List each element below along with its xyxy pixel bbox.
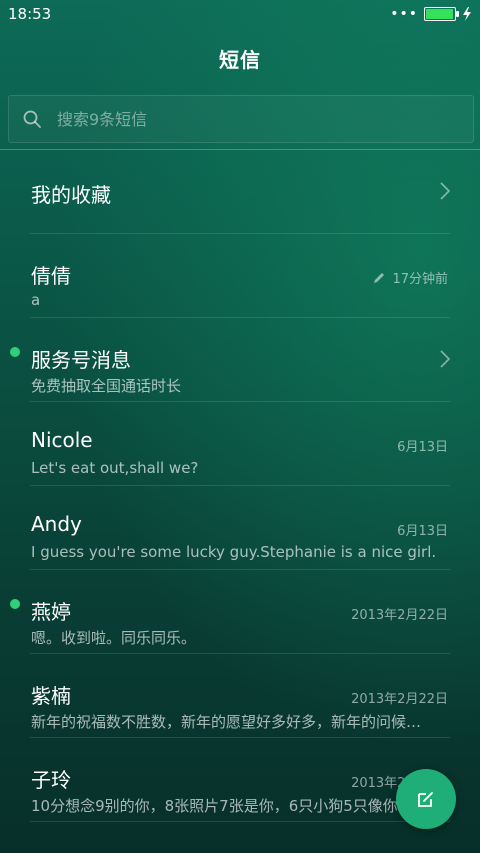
list-item[interactable]: Nicole Let's eat out,shall we? 6月13日 — [0, 402, 480, 486]
conversation-title: 倩倩 — [31, 264, 71, 288]
conversation-date: 6月13日 — [397, 440, 448, 455]
more-dots-icon: ••• — [390, 6, 418, 22]
page-title: 短信 — [219, 48, 261, 72]
unread-dot — [10, 599, 20, 609]
conversation-date: 6月13日 — [397, 524, 448, 539]
conversation-date: 2013年2月22日 — [351, 692, 448, 707]
unread-dot — [10, 347, 20, 357]
conversation-title: Andy — [31, 512, 82, 536]
divider — [30, 821, 450, 822]
status-time: 18:53 — [8, 5, 52, 23]
list-item[interactable]: 燕婷 嗯。收到啦。同乐同乐。 2013年2月22日 — [0, 570, 480, 654]
list-item-favorites[interactable]: 我的收藏 — [0, 150, 480, 234]
search-icon — [23, 110, 41, 128]
conversation-preview: Let's eat out,shall we? — [31, 459, 199, 477]
status-icons: ••• — [390, 6, 472, 22]
pencil-icon — [374, 272, 385, 283]
conversation-list: 我的收藏 倩倩 a 17分钟前 服务号消息 免费抽取全国通话时长 Nicole … — [0, 150, 480, 822]
conversation-preview: a — [31, 291, 41, 309]
conversation-title: 子玲 — [31, 768, 71, 792]
search-bar[interactable] — [8, 95, 474, 143]
list-item[interactable]: 倩倩 a 17分钟前 — [0, 234, 480, 318]
conversation-title: 服务号消息 — [31, 348, 131, 372]
charging-icon — [463, 7, 471, 21]
list-item[interactable]: 服务号消息 免费抽取全国通话时长 — [0, 318, 480, 402]
list-item[interactable]: 紫楠 新年的祝福数不胜数，新年的愿望好多好多，新年的问候… 2013年2月22日 — [0, 654, 480, 738]
battery-icon — [424, 7, 459, 21]
conversation-title: Nicole — [31, 428, 93, 452]
conversation-title: 我的收藏 — [31, 183, 111, 207]
date-text: 17分钟前 — [392, 272, 448, 287]
conversation-title: 燕婷 — [31, 600, 71, 624]
conversation-preview: I guess you're some lucky guy.Stephanie … — [31, 543, 437, 561]
list-item[interactable]: Andy I guess you're some lucky guy.Steph… — [0, 486, 480, 570]
conversation-title: 紫楠 — [31, 684, 71, 708]
conversation-preview: 免费抽取全国通话时长 — [31, 377, 182, 395]
conversation-preview: 10分想念9别的你，8张照片7张是你，6只小狗5只像你 — [31, 797, 398, 815]
conversation-preview: 嗯。收到啦。同乐同乐。 — [31, 629, 197, 647]
chevron-right-icon — [440, 182, 450, 200]
chevron-right-icon — [440, 350, 450, 368]
compose-icon — [418, 792, 433, 807]
compose-button[interactable] — [396, 769, 456, 829]
search-input[interactable] — [55, 108, 439, 130]
conversation-date: 17分钟前 — [372, 268, 448, 287]
conversation-date: 2013年2月22日 — [351, 608, 448, 623]
status-bar: 18:53 ••• — [0, 0, 480, 28]
conversation-preview: 新年的祝福数不胜数，新年的愿望好多好多，新年的问候… — [31, 713, 422, 731]
